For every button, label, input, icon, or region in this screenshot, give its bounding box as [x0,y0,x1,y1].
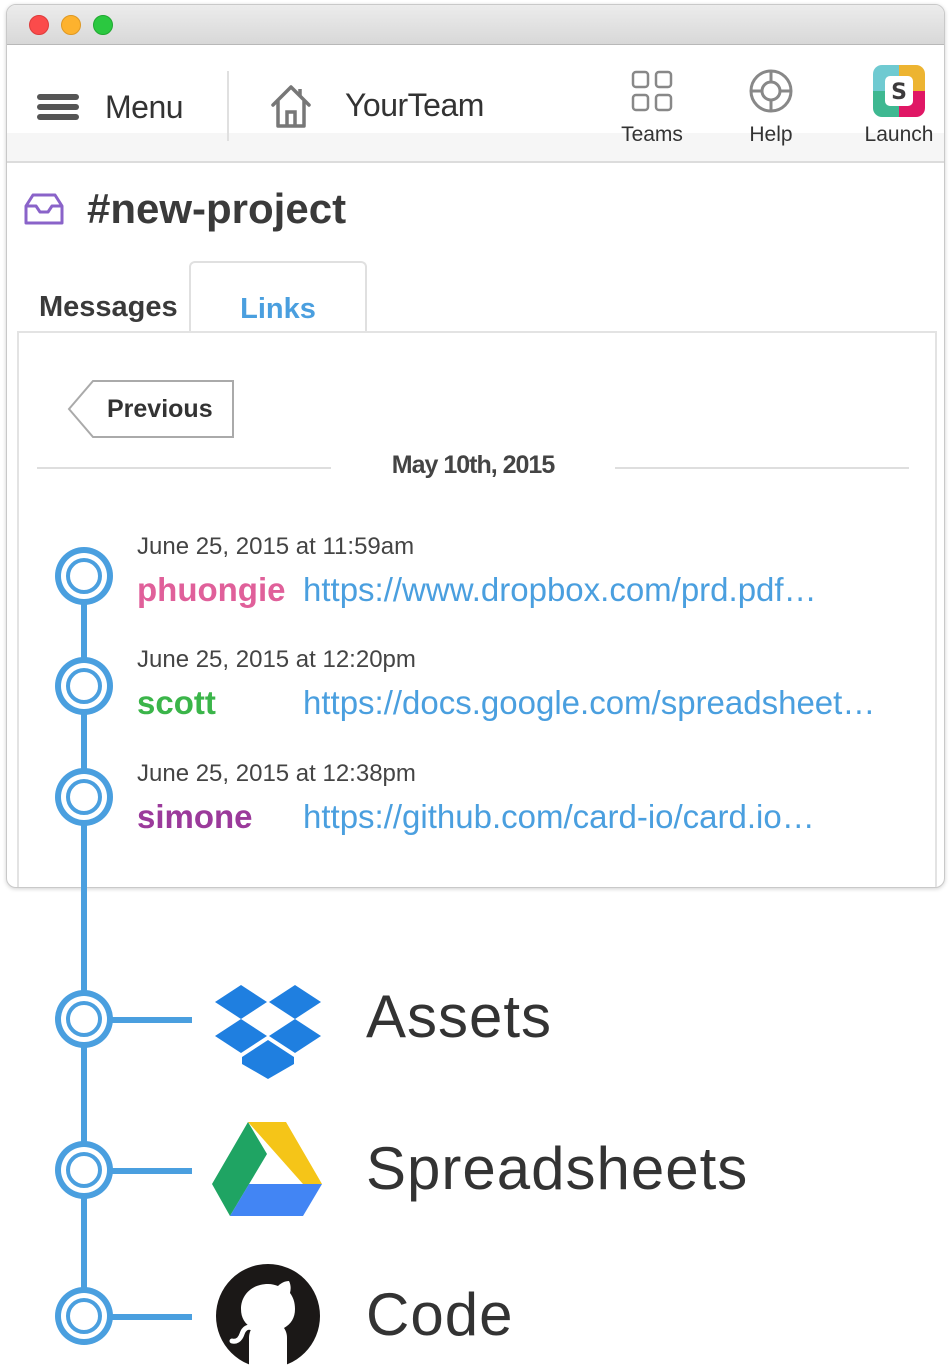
launch-button[interactable]: S Launch [863,65,935,147]
svg-text:S: S [891,80,907,105]
tab-bar: Messages Links [17,261,944,333]
date-separator: May 10th, 2015 [37,451,909,491]
zoom-window-button[interactable] [93,15,113,35]
team-home-button[interactable]: YourTeam [269,81,484,129]
timeline-node [55,547,113,605]
entry-link[interactable]: https://www.dropbox.com/prd.pdf… [303,571,817,609]
timeline-connector [112,1314,192,1320]
teams-button[interactable]: Teams [619,65,685,147]
date-label: May 10th, 2015 [391,451,556,479]
timeline-node [55,768,113,826]
link-entry: June 25, 2015 at 12:20pm scott https://d… [137,646,875,724]
entry-username[interactable]: scott [137,684,216,722]
lifebuoy-icon [749,69,793,113]
channel-header: #new-project [23,185,346,233]
links-panel: Previous May 10th, 2015 June 25, 2015 at… [17,331,937,887]
channel-name: #new-project [87,185,347,232]
title-bar [7,5,944,45]
previous-button[interactable]: Previous [67,379,235,439]
service-label-assets: Assets [366,983,553,1050]
tab-messages[interactable]: Messages [39,261,178,331]
menu-label: Menu [105,88,184,125]
menu-button[interactable]: Menu [37,87,184,127]
help-button[interactable]: Help [743,65,799,147]
entry-username[interactable]: simone [137,798,253,836]
home-icon [271,85,311,128]
entry-username[interactable]: phuongie [137,571,285,609]
entry-link[interactable]: https://docs.google.com/spreadsheet… [303,684,875,722]
link-entry: June 25, 2015 at 12:38pm simone https://… [137,760,815,838]
dropbox-icon [215,985,321,1079]
tab-links[interactable]: Links [189,261,367,333]
grid-icon [631,70,673,112]
entry-timestamp: June 25, 2015 at 12:20pm [137,646,416,673]
minimize-window-button[interactable] [61,15,81,35]
toolbar-divider [227,71,229,141]
timeline-node [55,1287,113,1345]
google-drive-icon [212,1122,322,1216]
close-window-button[interactable] [29,15,49,35]
link-entry: June 25, 2015 at 11:59am phuongie https:… [137,533,817,611]
timeline-connector [112,1017,192,1023]
github-icon [216,1264,320,1366]
slack-app-icon: S [873,65,925,117]
app-window: Menu YourTeam Teams Help S Launch #new-p… [6,4,945,888]
inbox-icon [24,193,64,225]
launch-label: Launch [864,123,934,146]
help-label: Help [749,123,793,146]
timeline-node [55,1141,113,1199]
timeline-node [55,990,113,1048]
teams-label: Teams [621,123,683,146]
timeline-connector [112,1168,192,1174]
entry-link[interactable]: https://github.com/card-io/card.io… [303,798,815,836]
previous-label: Previous [107,395,213,423]
team-name: YourTeam [345,86,484,123]
entry-timestamp: June 25, 2015 at 11:59am [137,533,415,560]
service-label-code: Code [366,1281,514,1348]
entry-timestamp: June 25, 2015 at 12:38pm [137,760,416,787]
hamburger-icon [37,92,79,122]
service-label-spreadsheets: Spreadsheets [366,1135,749,1202]
timeline-node [55,657,113,715]
toolbar: Menu YourTeam Teams Help S Launch [7,45,944,163]
